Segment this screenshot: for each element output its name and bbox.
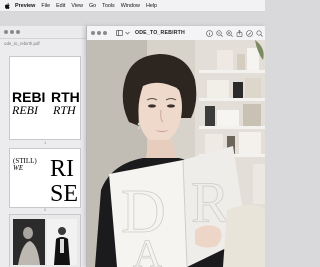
back-window-filename: ode_to_rebirth.pdf <box>4 41 40 46</box>
front-window[interactable]: ODE_TO_REBIRTH D R A <box>86 26 265 267</box>
back-window-titlebar <box>0 26 92 39</box>
thumb1-line2-left: REBI <box>11 103 39 117</box>
page-letter-3: A <box>133 231 162 267</box>
search-icon[interactable] <box>255 29 263 37</box>
share-icon[interactable] <box>235 29 243 37</box>
menu-app-name[interactable]: Preview <box>15 3 35 9</box>
thumbnail-3-artwork <box>10 215 80 267</box>
thumbnail-1-artwork: REBI RTH REBI RTH <box>10 57 80 139</box>
document-title: ODE_TO_REBIRTH <box>135 30 185 36</box>
markup-icon[interactable] <box>245 29 253 37</box>
screen: Preview File Edit View Go Tools Window H… <box>0 0 265 267</box>
menu-file[interactable]: File <box>41 3 50 9</box>
front-window-toolbar: ODE_TO_REBIRTH <box>87 26 265 41</box>
info-icon[interactable] <box>205 29 213 37</box>
thumb1-line2-right: RTH <box>52 103 77 117</box>
minimize-window-button[interactable] <box>10 30 14 34</box>
front-zoom-button[interactable] <box>103 31 107 35</box>
thumbnail-2-artwork: (STILL) WE RI SE <box>10 149 80 207</box>
zoom-in-icon[interactable] <box>225 29 233 37</box>
page-letter-2: R <box>191 170 230 235</box>
page-thumbnail-2[interactable]: (STILL) WE RI SE <box>9 148 81 208</box>
thumb2-left-bottom: WE <box>13 164 24 172</box>
page-number-1: 1 <box>44 140 47 145</box>
thumb2-right-top: RI <box>50 156 74 182</box>
front-minimize-button[interactable] <box>97 31 101 35</box>
page-number-2: 2 <box>44 207 47 212</box>
menu-window[interactable]: Window <box>121 3 140 9</box>
thumb2-right-bottom: SE <box>50 181 78 207</box>
menu-bar: Preview File Edit View Go Tools Window H… <box>0 0 265 12</box>
menu-edit[interactable]: Edit <box>56 3 65 9</box>
zoom-window-button[interactable] <box>16 30 20 34</box>
back-window[interactable]: ode_to_rebirth.pdf REBI RTH REBI RTH 1 (… <box>0 26 93 267</box>
document-page-photo: D R A <box>87 40 265 267</box>
sidebar-icon[interactable] <box>115 29 123 37</box>
page-thumbnail-1[interactable]: REBI RTH REBI RTH <box>9 56 81 140</box>
photo-artwork: D R A <box>87 40 265 267</box>
zoom-out-icon[interactable] <box>215 29 223 37</box>
chevron-down-icon[interactable] <box>123 29 131 37</box>
menu-go[interactable]: Go <box>89 3 96 9</box>
menu-tools[interactable]: Tools <box>102 3 115 9</box>
front-close-button[interactable] <box>91 31 95 35</box>
menu-help[interactable]: Help <box>146 3 157 9</box>
apple-logo-icon[interactable] <box>4 2 10 9</box>
menu-view[interactable]: View <box>71 3 83 9</box>
close-window-button[interactable] <box>4 30 8 34</box>
page-thumbnail-3[interactable] <box>9 214 81 267</box>
